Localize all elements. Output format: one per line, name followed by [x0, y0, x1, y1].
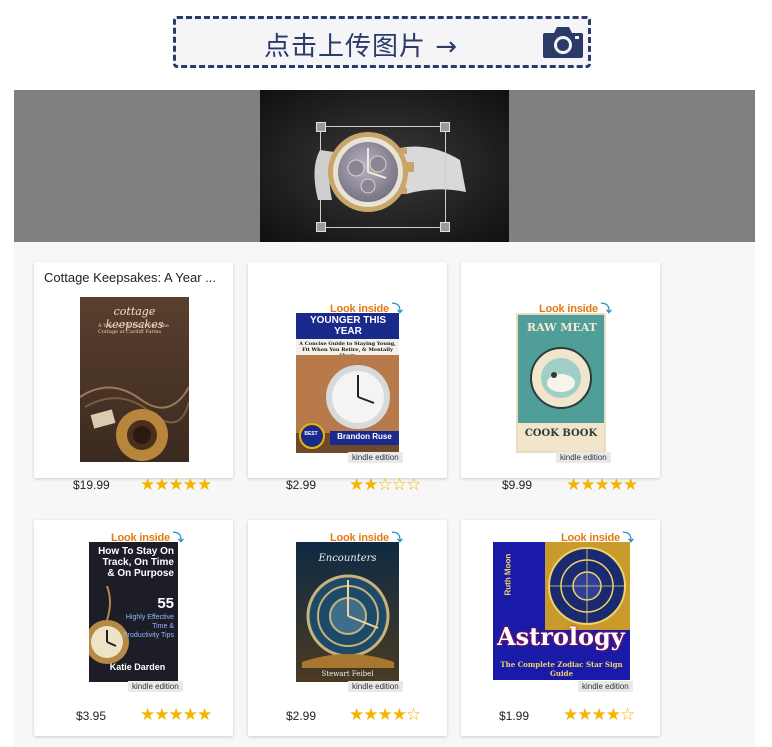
product-card[interactable]: Look inside ⤵ YOUNGER THIS YEAR A Concis… — [248, 262, 447, 494]
kindle-edition-tag: kindle edition — [578, 681, 633, 692]
star-icon: ★ — [154, 705, 169, 724]
cover-title: Astrology — [497, 622, 625, 651]
star-empty-icon: ☆ — [406, 705, 421, 724]
cover-subtitle: COOK BOOK — [524, 428, 598, 439]
product-price: $2.99 — [286, 709, 317, 723]
star-empty-icon: ☆ — [620, 705, 635, 724]
product-price: $9.99 — [502, 478, 533, 492]
star-icon: ★ — [182, 475, 198, 494]
uploaded-watch-image — [260, 90, 509, 242]
cover-author: Stewart Feibel — [321, 670, 374, 678]
star-icon: ★ — [168, 705, 184, 724]
cover-subtitle: Highly Effective Time & Productivity Tip… — [123, 614, 174, 639]
book-cover[interactable]: RAW MEAT COOK BOOK — [516, 313, 606, 453]
cover-title: How To Stay On Track, On Time & On Purpo… — [98, 546, 174, 579]
crop-selection-box[interactable] — [316, 122, 450, 232]
cover-title: RAW MEAT — [527, 321, 597, 334]
product-card[interactable]: Look inside ⤵ Encounters Stewart Feibel … — [248, 520, 447, 736]
star-icon: ★ — [566, 475, 581, 494]
star-icon: ★ — [140, 475, 155, 494]
book-cover[interactable]: Ruth Moon Astrology The Complete Zodiac … — [493, 542, 630, 680]
image-preview-area — [14, 90, 755, 242]
crop-handle-bottom-left[interactable] — [316, 222, 326, 232]
cover-subtitle: A Year of Pin Pals From The Cottage at C… — [98, 323, 169, 335]
crop-handle-bottom-right[interactable] — [440, 222, 450, 232]
star-icon: ★ — [377, 705, 393, 724]
crop-handle-top-right[interactable] — [440, 122, 450, 132]
star-rating: ★★★★★ — [140, 705, 212, 725]
star-icon: ★ — [182, 705, 198, 724]
star-empty-icon: ☆ — [391, 475, 407, 494]
cover-author: Ruth Moon — [503, 553, 513, 596]
star-icon: ★ — [391, 705, 407, 724]
star-icon: ★ — [197, 475, 212, 494]
star-icon: ★ — [623, 475, 638, 494]
star-icon: ★ — [349, 705, 364, 724]
upload-label: 点击上传图片 → — [264, 32, 459, 62]
book-cover[interactable]: How To Stay On Track, On Time & On Purpo… — [89, 542, 178, 682]
cover-title: Encounters — [318, 553, 377, 564]
star-icon: ★ — [563, 705, 578, 724]
cover-title: YOUNGER THIS YEAR — [309, 315, 387, 337]
cover-author: Brandon Ruse — [337, 432, 392, 441]
product-card[interactable]: Look inside ⤵ RAW MEAT COOK BOOK kindle … — [461, 262, 660, 494]
star-empty-icon: ☆ — [406, 475, 421, 494]
star-icon: ★ — [363, 475, 378, 494]
star-icon: ★ — [197, 705, 212, 724]
upload-image-button[interactable]: 点击上传图片 → — [173, 16, 591, 68]
kindle-edition-tag: kindle edition — [128, 681, 183, 692]
star-rating: ★★★★★ — [140, 475, 212, 495]
cover-subtitle: The Complete Zodiac Star Sign Guide — [500, 660, 623, 678]
camera-icon — [543, 27, 583, 58]
star-icon: ★ — [594, 475, 610, 494]
kindle-edition-tag: kindle edition — [348, 681, 403, 692]
product-title[interactable]: Cottage Keepsakes: A Year ... — [44, 270, 226, 285]
search-results-grid: Cottage Keepsakes: A Year ... cottage ke… — [14, 242, 755, 747]
product-price: $3.95 — [76, 709, 107, 723]
star-icon: ★ — [363, 705, 378, 724]
kindle-edition-tag: kindle edition — [556, 452, 611, 463]
kindle-edition-tag: kindle edition — [348, 452, 403, 463]
product-price: $19.99 — [73, 478, 110, 492]
cover-number: 55 — [157, 595, 174, 612]
star-icon: ★ — [349, 475, 364, 494]
star-icon: ★ — [580, 475, 595, 494]
book-cover[interactable]: YOUNGER THIS YEAR A Concise Guide to Sta… — [296, 313, 399, 453]
star-icon: ★ — [591, 705, 607, 724]
star-icon: ★ — [605, 705, 621, 724]
star-rating: ★★★★☆ — [349, 705, 421, 725]
book-cover[interactable]: cottage keepsakes A Year of Pin Pals Fro… — [80, 297, 189, 462]
product-card[interactable]: Cottage Keepsakes: A Year ... cottage ke… — [34, 262, 233, 494]
star-icon: ★ — [140, 705, 155, 724]
product-card[interactable]: Look inside ⤵ How To Stay On Track, On T… — [34, 520, 233, 736]
star-icon: ★ — [154, 475, 169, 494]
star-rating: ★★☆☆☆ — [349, 475, 421, 495]
star-rating: ★★★★★ — [566, 475, 638, 495]
product-card[interactable]: Look inside ⤵ Ruth Moon Astrology The Co… — [461, 520, 660, 736]
product-price: $2.99 — [286, 478, 317, 492]
product-price: $1.99 — [499, 709, 530, 723]
cover-author: Katie Darden — [109, 662, 166, 672]
book-cover[interactable]: Encounters Stewart Feibel — [296, 542, 399, 682]
bestseller-badge-label: BEST — [304, 431, 318, 437]
star-rating: ★★★★☆ — [563, 705, 635, 725]
star-icon: ★ — [168, 475, 184, 494]
star-icon: ★ — [608, 475, 624, 494]
star-icon: ★ — [577, 705, 592, 724]
star-empty-icon: ☆ — [377, 475, 393, 494]
crop-handle-top-left[interactable] — [316, 122, 326, 132]
